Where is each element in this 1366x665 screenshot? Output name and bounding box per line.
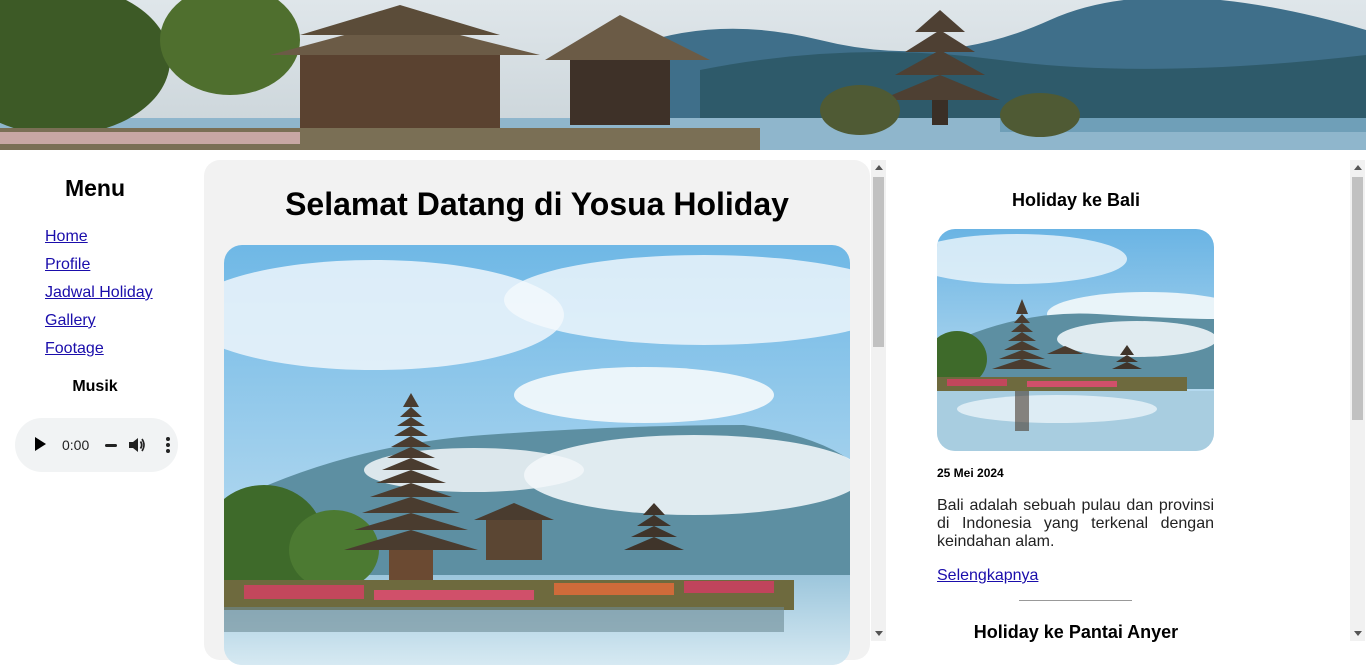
scrollbar-thumb[interactable] xyxy=(873,177,884,347)
more-vert-icon[interactable] xyxy=(165,436,171,454)
music-title: Musik xyxy=(72,378,118,395)
scroll-up-arrow-icon[interactable] xyxy=(1354,165,1362,170)
page-title: Selamat Datang di Yosua Holiday xyxy=(285,186,789,222)
audio-time: 0:00 xyxy=(62,437,90,453)
nav-link-footage[interactable]: Footage xyxy=(45,340,104,358)
main-scrollbar[interactable] xyxy=(871,160,886,641)
audio-progress-bar[interactable] xyxy=(105,444,117,447)
play-icon[interactable] xyxy=(35,437,46,451)
read-more-link[interactable]: Selengkapnya xyxy=(937,567,1038,585)
nav-link-jadwal-holiday[interactable]: Jadwal Holiday xyxy=(45,284,153,302)
article-date: 25 Mei 2024 xyxy=(937,466,1004,480)
header-banner-image xyxy=(0,0,1366,150)
divider xyxy=(1019,600,1132,601)
volume-icon[interactable] xyxy=(128,436,146,454)
article-column: Holiday ke Bali 25 Mei 2024 Bali adalah … xyxy=(887,150,1350,642)
scroll-down-arrow-icon[interactable] xyxy=(1354,631,1362,636)
article-title-2: Holiday ke Pantai Anyer xyxy=(973,622,1179,642)
nav-link-home[interactable]: Home xyxy=(45,228,88,246)
sidebar-menu: Menu Home Profile Jadwal Holiday Gallery… xyxy=(0,150,190,641)
article-image xyxy=(937,229,1214,451)
scroll-down-arrow-icon[interactable] xyxy=(875,631,883,636)
nav-link-gallery[interactable]: Gallery xyxy=(45,312,96,330)
article-title: Holiday ke Bali xyxy=(1011,190,1141,210)
nav-link-profile[interactable]: Profile xyxy=(45,256,90,274)
scroll-up-arrow-icon[interactable] xyxy=(875,165,883,170)
article-text: Bali adalah sebuah pulau dan provinsi di… xyxy=(937,497,1214,550)
article-scrollbar[interactable] xyxy=(1350,160,1365,641)
main-content: Selamat Datang di Yosua Holiday xyxy=(204,160,870,665)
scrollbar-thumb[interactable] xyxy=(1352,177,1363,420)
menu-title: Menu xyxy=(64,175,126,201)
audio-player[interactable]: 0:00 xyxy=(15,418,178,472)
temple-photo xyxy=(224,245,850,665)
